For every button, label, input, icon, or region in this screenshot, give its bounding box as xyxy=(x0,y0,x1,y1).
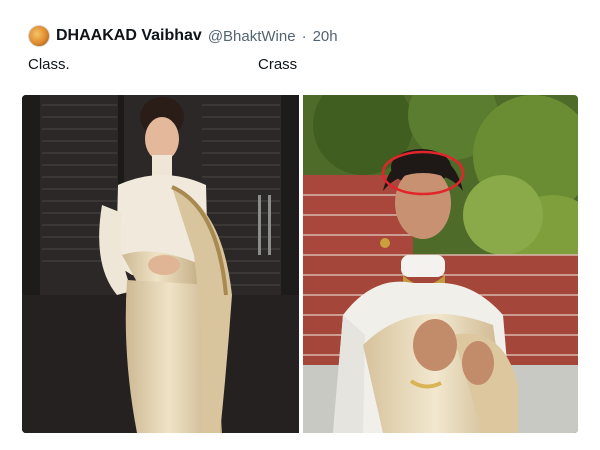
caption-right: Crass xyxy=(258,56,298,73)
author-handle[interactable]: @BhaktWine xyxy=(208,28,296,45)
tweet-timestamp[interactable]: 20h xyxy=(313,28,338,45)
tweet-media[interactable] xyxy=(22,95,578,433)
tweet-header: DHAAKAD Vaibhav @BhaktWine · 20h xyxy=(28,24,338,48)
left-photo[interactable] xyxy=(22,95,299,433)
caption-left: Class. xyxy=(28,56,70,73)
tweet: DHAAKAD Vaibhav @BhaktWine · 20h Class. … xyxy=(0,0,600,450)
separator-dot: · xyxy=(301,27,307,45)
right-photo-image xyxy=(303,95,578,433)
tweet-text: Class. Crass xyxy=(28,56,588,78)
author-name[interactable]: DHAAKAD Vaibhav xyxy=(56,27,202,45)
avatar[interactable] xyxy=(28,25,50,47)
left-photo-image xyxy=(22,95,299,433)
right-photo[interactable] xyxy=(303,95,578,433)
